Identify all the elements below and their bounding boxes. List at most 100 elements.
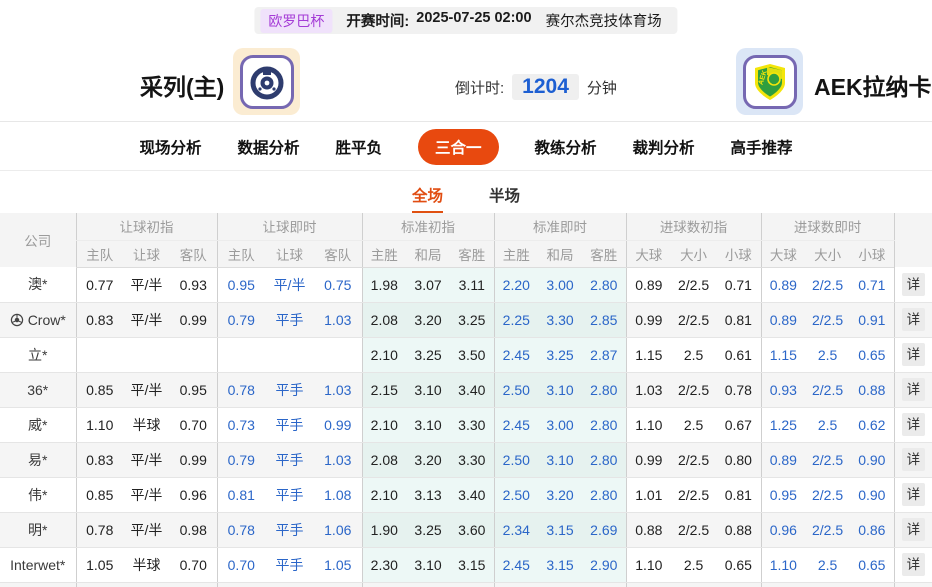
subheader-1x2-initial-away-win: 客胜 xyxy=(450,240,495,268)
cell-handicap-live-home: 0.78 xyxy=(216,512,266,548)
detail-button[interactable]: 详 xyxy=(901,448,925,471)
company-cell: 伟* xyxy=(0,477,76,513)
detail-button[interactable]: 详 xyxy=(901,378,925,401)
partial-cell xyxy=(760,582,806,587)
detail-button[interactable]: 详 xyxy=(901,413,925,436)
match-info-bar: 欧罗巴杯 开赛时间: 2025-07-25 02:00 赛尔杰竞技体育场 xyxy=(254,7,678,34)
nav-tab-1[interactable]: 现场分析 xyxy=(139,136,201,158)
cell-goals-initial-under: 0.81 xyxy=(716,302,762,338)
cell-1x2-live-away-win: 2.85 xyxy=(582,302,627,338)
detail-button[interactable]: 详 xyxy=(901,553,925,576)
countdown-unit: 分钟 xyxy=(586,79,617,97)
cell-goals-initial-over: 1.10 xyxy=(625,547,672,583)
away-club-emblem-icon: AEK xyxy=(754,63,785,100)
cell-1x2-initial-home-win: 2.10 xyxy=(361,407,407,443)
cell-handicap-live-home: 0.79 xyxy=(216,302,266,338)
cell-goals-initial-under: 0.81 xyxy=(716,477,762,513)
odds-row: 伟* 0.85 平/半 0.96 0.81 平手 1.08 2.10 3.13 3.40 2.50 3… xyxy=(0,477,932,513)
cell-1x2-live-home-win: 2.45 xyxy=(493,407,539,443)
subheader-goals-initial-line: 大小 xyxy=(671,240,717,268)
cell-handicap-live-line: 平手 xyxy=(265,302,315,338)
cell-1x2-live-home-win: 2.25 xyxy=(493,302,539,338)
group-header-goals-initial: 进球数初指 xyxy=(625,213,762,241)
detail-button[interactable]: 详 xyxy=(901,308,925,331)
cell-handicap-initial-away: 0.99 xyxy=(170,302,218,338)
nav-tab-5[interactable]: 教练分析 xyxy=(535,136,597,158)
cell-handicap-initial-home: 0.83 xyxy=(75,442,123,478)
cell-handicap-live-line: 平手 xyxy=(265,512,315,548)
cell-goals-initial-under: 0.61 xyxy=(716,337,762,373)
detail-button[interactable]: 详 xyxy=(901,518,925,541)
cell-handicap-initial-line: 平/半 xyxy=(123,267,170,303)
cell-handicap-initial-home: 0.85 xyxy=(75,372,123,408)
company-cell: 立* xyxy=(0,337,76,373)
cell-handicap-initial-home: 0.85 xyxy=(75,477,123,513)
cell-goals-live-over: 0.89 xyxy=(760,442,806,478)
league-badge[interactable]: 欧罗巴杯 xyxy=(260,8,333,33)
subtab-2[interactable]: 半场 xyxy=(489,184,520,214)
cell-1x2-live-home-win: 2.50 xyxy=(493,477,539,513)
cell-goals-live-line: 2.5 xyxy=(805,337,851,373)
subheader-1x2-initial-home-win: 主胜 xyxy=(361,240,407,268)
partial-cell xyxy=(123,582,170,587)
cell-1x2-live-away-win: 2.90 xyxy=(582,547,627,583)
cell-1x2-live-away-win: 2.80 xyxy=(582,407,627,443)
odds-table: 公司 让球初指 让球即时 标准初指 标准即时 进球数初指 进球数即时 主队 让球 客队 主队 让球 客队… xyxy=(0,213,932,587)
partial-cell xyxy=(805,582,851,587)
cell-handicap-live-away: 1.08 xyxy=(314,477,363,513)
cell-goals-live-line: 2/2.5 xyxy=(805,442,851,478)
cell-1x2-initial-home-win: 2.08 xyxy=(361,442,407,478)
cell-1x2-initial-draw: 3.07 xyxy=(406,267,451,303)
cell-1x2-initial-away-win: 3.40 xyxy=(450,372,495,408)
subheader-handicap-initial-away: 客队 xyxy=(170,240,218,268)
cell-1x2-live-home-win: 2.45 xyxy=(493,337,539,373)
detail-button[interactable]: 详 xyxy=(901,343,925,366)
cell-handicap-initial-away: 0.95 xyxy=(170,372,218,408)
subheader-goals-initial-under: 小球 xyxy=(716,240,762,268)
partial-cell xyxy=(625,582,672,587)
cell-handicap-live-home: 0.79 xyxy=(216,442,266,478)
cell-1x2-live-away-win: 2.80 xyxy=(582,477,627,513)
subheader-1x2-live-draw: 和局 xyxy=(538,240,583,268)
cell-handicap-initial-line: 平/半 xyxy=(123,512,170,548)
subheader-1x2-live-home-win: 主胜 xyxy=(493,240,539,268)
odds-row: 澳* 0.77 平/半 0.93 0.95 平/半 0.75 1.98 3.07 3.11 2.20… xyxy=(0,267,932,303)
partial-cell xyxy=(671,582,717,587)
cell-goals-initial-line: 2.5 xyxy=(671,337,717,373)
cell-goals-live-under: 0.91 xyxy=(850,302,895,338)
cell-goals-live-under: 0.86 xyxy=(850,512,895,548)
cell-handicap-live-line: 平手 xyxy=(265,477,315,513)
cell-goals-initial-over: 1.15 xyxy=(625,337,672,373)
nav-tab-3[interactable]: 胜平负 xyxy=(335,136,382,158)
cell-goals-initial-over: 1.01 xyxy=(625,477,672,513)
company-name: 易* xyxy=(28,451,48,468)
detail-button[interactable]: 详 xyxy=(901,483,925,506)
cell-handicap-live-away: 0.75 xyxy=(314,267,363,303)
odds-table-wrap: 公司 让球初指 让球即时 标准初指 标准即时 进球数初指 进球数即时 主队 让球 客队 主队 让球 客队… xyxy=(0,213,932,587)
nav-tab-4[interactable]: 三合一 xyxy=(417,129,499,165)
company-column-header: 公司 xyxy=(0,213,76,267)
subheader-goals-initial-over: 大球 xyxy=(625,240,672,268)
nav-tab-6[interactable]: 裁判分析 xyxy=(633,136,695,158)
nav-tab-2[interactable]: 数据分析 xyxy=(237,136,299,158)
detail-button[interactable]: 详 xyxy=(901,272,925,296)
cell-1x2-initial-away-win: 3.15 xyxy=(450,547,495,583)
odds-row: 立* 2.10 3.25 3.50 2.45 3.25 2.87 1.15 2.5 0.61 1.1… xyxy=(0,337,932,373)
nav-tab-7[interactable]: 高手推荐 xyxy=(731,136,793,158)
cell-1x2-live-home-win: 2.34 xyxy=(493,512,539,548)
subheader-handicap-initial-home: 主队 xyxy=(75,240,123,268)
cell-goals-live-line: 2.5 xyxy=(805,547,851,583)
cell-1x2-initial-draw: 3.25 xyxy=(406,337,451,373)
cell-goals-initial-over: 1.10 xyxy=(625,407,672,443)
subtab-1[interactable]: 全场 xyxy=(411,184,443,214)
cell-goals-initial-under: 0.80 xyxy=(716,442,762,478)
odds-row: Crow* 0.83 平/半 0.99 0.79 平手 1.03 2.08 3.20 3.25 2.… xyxy=(0,302,932,338)
cell-handicap-live-home: 0.95 xyxy=(216,267,266,303)
cell-goals-live-line: 2.5 xyxy=(805,407,851,443)
cell-1x2-live-draw: 3.20 xyxy=(538,477,583,513)
partial-cell xyxy=(75,582,123,587)
cell-goals-initial-line: 2/2.5 xyxy=(671,302,717,338)
partial-cell xyxy=(716,582,762,587)
cell-1x2-live-draw: 3.25 xyxy=(538,337,583,373)
kickoff-time: 开赛时间: 2025-07-25 02:00 xyxy=(346,10,531,31)
